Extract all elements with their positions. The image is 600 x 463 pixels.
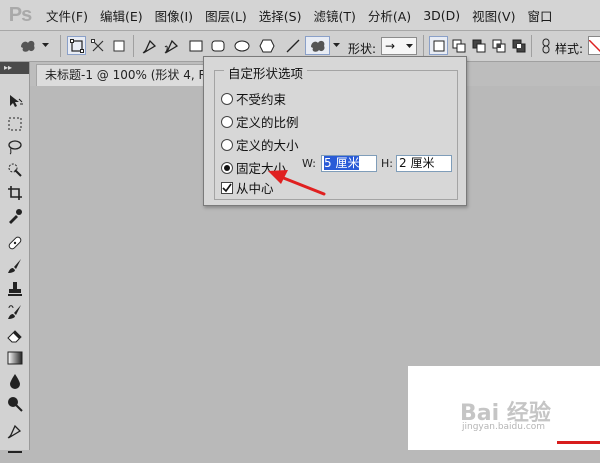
fill-pixels-mode-icon[interactable]	[109, 36, 128, 55]
style-picker-none-icon[interactable]	[588, 36, 600, 55]
height-label: H:	[381, 157, 393, 170]
divider	[133, 35, 134, 57]
radio-label: 固定大小	[236, 161, 287, 176]
radio-label: 定义的比例	[236, 115, 299, 130]
tool-preset-custom-shape-icon[interactable]	[18, 36, 37, 55]
move-tool-icon[interactable]	[6, 92, 24, 110]
blur-tool-icon[interactable]	[6, 372, 24, 390]
menu-analysis[interactable]: 分析(A)	[362, 6, 417, 25]
ellipse-tool-icon[interactable]	[232, 36, 251, 55]
menu-select[interactable]: 选择(S)	[253, 6, 308, 25]
rounded-rectangle-tool-icon[interactable]	[208, 36, 227, 55]
custom-shape-tool-icon[interactable]	[305, 36, 330, 55]
height-value: 2 厘米	[399, 156, 435, 170]
chevron-down-icon	[406, 43, 413, 48]
menu-view[interactable]: 视图(V)	[466, 6, 521, 25]
menu-file[interactable]: 文件(F)	[40, 6, 94, 25]
shape-label: 形状:	[348, 42, 377, 56]
subtract-from-shape-area-icon[interactable]	[469, 36, 488, 55]
popup-title: 自定形状选项	[224, 63, 308, 82]
radio-defined-size[interactable]: 定义的大小	[221, 135, 299, 154]
tools-panel: ▸▸	[0, 62, 30, 453]
clone-stamp-tool-icon[interactable]	[6, 280, 24, 298]
radio-unconstrained[interactable]: 不受约束	[221, 89, 286, 108]
photoshop-logo: Ps	[8, 3, 32, 26]
eyedropper-tool-icon[interactable]	[6, 207, 24, 225]
from-center-checkbox[interactable]	[221, 181, 233, 194]
pen-tool-icon[interactable]	[6, 422, 24, 440]
divider	[423, 35, 424, 57]
radio-button[interactable]	[221, 92, 233, 105]
menu-3d[interactable]: 3D(D)	[417, 8, 466, 23]
freeform-pen-tool-icon[interactable]	[162, 36, 181, 55]
polygon-tool-icon[interactable]	[257, 36, 276, 55]
type-tool-icon[interactable]	[6, 445, 24, 463]
shape-picker[interactable]: →	[381, 37, 417, 55]
chevron-down-icon[interactable]	[40, 36, 50, 55]
rectangular-marquee-tool-icon[interactable]	[6, 115, 24, 133]
rectangle-tool-icon[interactable]	[186, 36, 205, 55]
link-layer-style-icon[interactable]	[536, 36, 555, 55]
arrow-shape-icon: →	[385, 39, 396, 53]
radio-button-selected[interactable]	[221, 161, 233, 174]
radio-button[interactable]	[221, 115, 233, 128]
width-value: 5 厘米	[324, 156, 360, 170]
pen-tool-icon[interactable]	[140, 36, 159, 55]
menu-window[interactable]: 窗口	[521, 6, 558, 25]
divider	[531, 35, 532, 57]
width-label: W:	[302, 157, 316, 170]
menu-image[interactable]: 图像(I)	[149, 6, 199, 25]
from-center-checkbox-row[interactable]: 从中心	[221, 178, 274, 197]
radio-label: 定义的大小	[236, 138, 299, 153]
dodge-tool-icon[interactable]	[6, 395, 24, 413]
panel-collapse-grip[interactable]: ▸▸	[0, 62, 29, 74]
shape-layers-mode-icon[interactable]	[67, 36, 86, 55]
gradient-tool-icon[interactable]	[6, 349, 24, 367]
brush-tool-icon[interactable]	[6, 257, 24, 275]
document-tab[interactable]: 未标题-1 @ 100% (形状 4, R	[36, 64, 216, 86]
custom-shape-options-popup: 自定形状选项 不受约束 定义的比例 定义的大小 固定大小 W: 5 厘米 H: …	[203, 56, 467, 206]
line-tool-icon[interactable]	[283, 36, 302, 55]
crop-tool-icon[interactable]	[6, 184, 24, 202]
intersect-shape-areas-icon[interactable]	[489, 36, 508, 55]
checkmark-icon	[222, 183, 232, 192]
geometry-options-chevron-down-icon[interactable]	[331, 36, 341, 55]
divider	[60, 35, 61, 57]
history-brush-tool-icon[interactable]	[6, 303, 24, 321]
quick-selection-tool-icon[interactable]	[6, 161, 24, 179]
menu-layer[interactable]: 图层(L)	[199, 6, 253, 25]
create-new-shape-layer-icon[interactable]	[429, 36, 448, 55]
lasso-tool-icon[interactable]	[6, 138, 24, 156]
from-center-label: 从中心	[236, 181, 274, 196]
radio-defined-proportions[interactable]: 定义的比例	[221, 112, 299, 131]
radio-label: 不受约束	[236, 92, 287, 107]
menu-bar: Ps 文件(F) 编辑(E) 图像(I) 图层(L) 选择(S) 滤镜(T) 分…	[0, 0, 600, 31]
width-input[interactable]: 5 厘米	[321, 155, 377, 172]
style-label: 样式:	[555, 42, 584, 56]
drawn-shape-stroke	[557, 441, 600, 444]
exclude-overlapping-shape-areas-icon[interactable]	[509, 36, 528, 55]
add-to-shape-area-icon[interactable]	[449, 36, 468, 55]
watermark-url: jingyan.baidu.com	[462, 422, 546, 432]
eraser-tool-icon[interactable]	[6, 326, 24, 344]
menu-filter[interactable]: 滤镜(T)	[307, 6, 361, 25]
radio-fixed-size[interactable]: 固定大小	[221, 158, 286, 177]
height-input[interactable]: 2 厘米	[396, 155, 452, 172]
paths-mode-icon[interactable]	[88, 36, 107, 55]
menu-edit[interactable]: 编辑(E)	[94, 6, 149, 25]
healing-brush-tool-icon[interactable]	[6, 234, 24, 252]
radio-button[interactable]	[221, 138, 233, 151]
